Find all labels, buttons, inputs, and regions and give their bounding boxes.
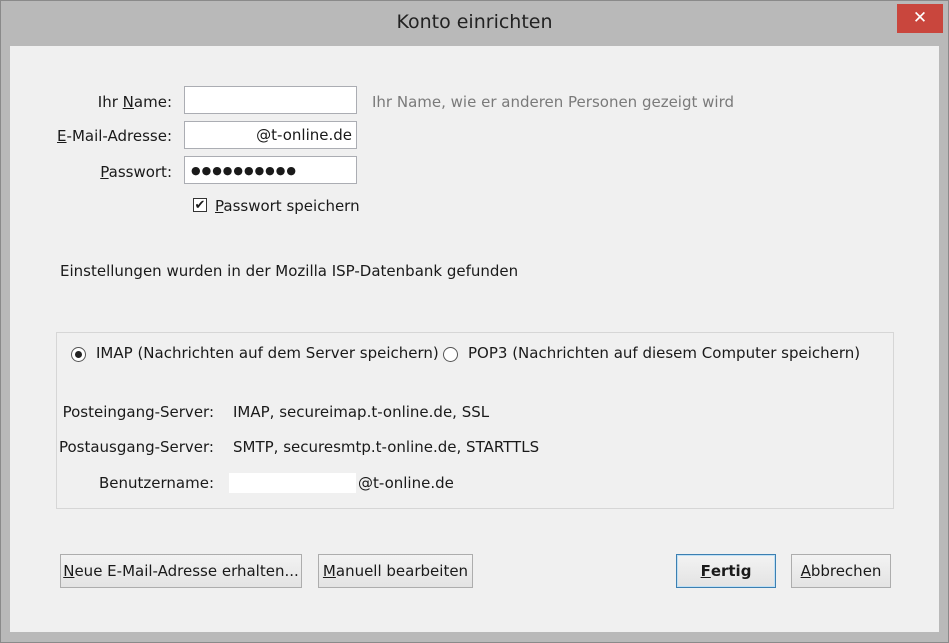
close-icon: ✕ bbox=[912, 8, 928, 28]
new-address-button[interactable]: Neue E-Mail-Adresse erhalten... bbox=[60, 554, 302, 588]
imap-radio[interactable] bbox=[71, 347, 86, 362]
pop3-label[interactable]: POP3 (Nachrichten auf diesem Computer sp… bbox=[468, 344, 860, 362]
pop3-radio[interactable] bbox=[443, 347, 458, 362]
username-value: @t-online.de bbox=[358, 474, 454, 492]
email-field-value: @t-online.de bbox=[256, 126, 352, 144]
password-field[interactable]: ●●●●●●●●●● bbox=[184, 156, 357, 184]
save-password-label[interactable]: Passwort speichern bbox=[215, 197, 360, 215]
cancel-button[interactable]: Abbrechen bbox=[791, 554, 891, 588]
username-label: Benutzername: bbox=[98, 474, 214, 492]
name-hint: Ihr Name, wie er anderen Personen gezeig… bbox=[372, 93, 734, 111]
radio-selected-icon bbox=[75, 351, 82, 358]
done-button[interactable]: Fertig bbox=[676, 554, 776, 588]
incoming-server-label: Posteingang-Server: bbox=[62, 403, 214, 421]
checkmark-icon: ✔ bbox=[194, 197, 206, 213]
title-bar[interactable]: Konto einrichten ✕ bbox=[1, 1, 948, 45]
email-label: E-Mail-Adresse: bbox=[57, 127, 172, 145]
outgoing-server-value: SMTP, securesmtp.t-online.de, STARTTLS bbox=[233, 438, 540, 456]
save-password-checkbox[interactable]: ✔ bbox=[193, 198, 207, 212]
imap-label[interactable]: IMAP (Nachrichten auf dem Server speiche… bbox=[96, 344, 439, 362]
window-title: Konto einrichten bbox=[396, 11, 553, 33]
protocol-panel: IMAP (Nachrichten auf dem Server speiche… bbox=[56, 332, 894, 509]
outgoing-server-label: Postausgang-Server: bbox=[58, 438, 214, 456]
dialog-window: Konto einrichten ✕ Ihr Name: Ihr Name, w… bbox=[0, 0, 949, 643]
name-field[interactable] bbox=[184, 86, 357, 114]
manual-edit-button[interactable]: Manuell bearbeiten bbox=[318, 554, 473, 588]
dialog-content: Ihr Name: Ihr Name, wie er anderen Perso… bbox=[10, 46, 939, 632]
incoming-server-value: IMAP, secureimap.t-online.de, SSL bbox=[233, 403, 490, 421]
password-label: Passwort: bbox=[100, 163, 172, 181]
username-redaction bbox=[229, 473, 356, 493]
status-text: Einstellungen wurden in der Mozilla ISP-… bbox=[60, 262, 519, 280]
email-field[interactable]: @t-online.de bbox=[184, 121, 357, 149]
password-field-value: ●●●●●●●●●● bbox=[191, 163, 297, 177]
name-label: Ihr Name: bbox=[97, 93, 172, 111]
close-button[interactable]: ✕ bbox=[897, 4, 943, 33]
